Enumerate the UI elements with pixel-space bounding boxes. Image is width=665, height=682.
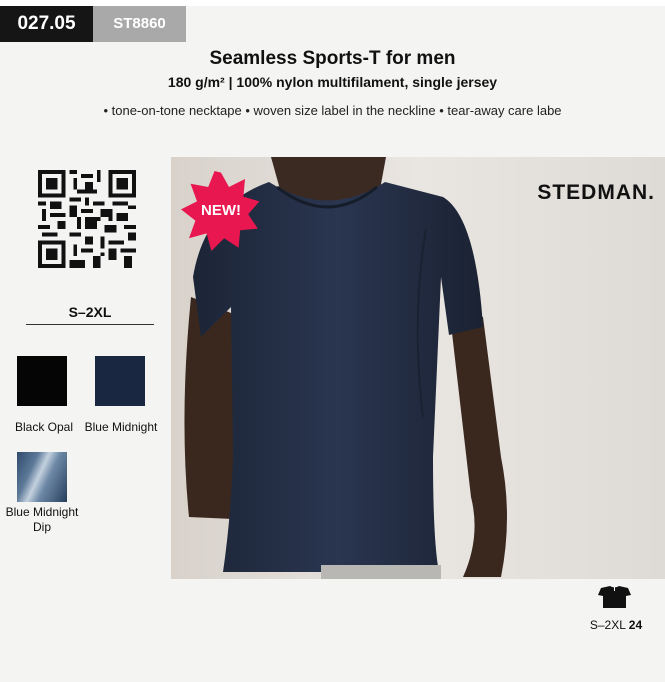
swatch-blue-midnight-dip[interactable] bbox=[17, 452, 67, 502]
product-features: • tone-on-tone necktape • woven size lab… bbox=[103, 103, 562, 118]
product-photo: NEW! STEDMAN. bbox=[171, 157, 665, 579]
swatch-label: Blue Midnight Dip bbox=[5, 505, 79, 534]
swatch-label: Black Opal bbox=[14, 420, 74, 434]
swatch-blue-midnight[interactable] bbox=[95, 356, 145, 406]
qr-code-icon[interactable] bbox=[38, 170, 136, 268]
code-bar: 027.05 ST8860 bbox=[0, 6, 186, 42]
article-code: ST8860 bbox=[93, 6, 186, 42]
tshirt-icon bbox=[598, 586, 631, 608]
brand-logo: STEDMAN. bbox=[537, 181, 655, 204]
size-divider bbox=[26, 324, 154, 325]
catalog-page: 027.05 ST8860 Seamless Sports-T for men … bbox=[0, 0, 665, 682]
fit-size-label: S–2XL 24 bbox=[576, 617, 656, 633]
product-title: Seamless Sports-T for men bbox=[209, 48, 456, 69]
size-range-heading: S–2XL bbox=[68, 304, 112, 320]
swatch-label: Blue Midnight bbox=[84, 420, 158, 434]
fit-count: 24 bbox=[628, 618, 643, 632]
swatch-black-opal[interactable] bbox=[17, 356, 67, 406]
product-subtitle: 180 g/m² | 100% nylon multifilament, sin… bbox=[167, 74, 498, 90]
new-badge-label: NEW! bbox=[201, 202, 241, 219]
fit-size-range: S–2XL bbox=[589, 618, 629, 632]
section-code: 027.05 bbox=[0, 6, 93, 42]
